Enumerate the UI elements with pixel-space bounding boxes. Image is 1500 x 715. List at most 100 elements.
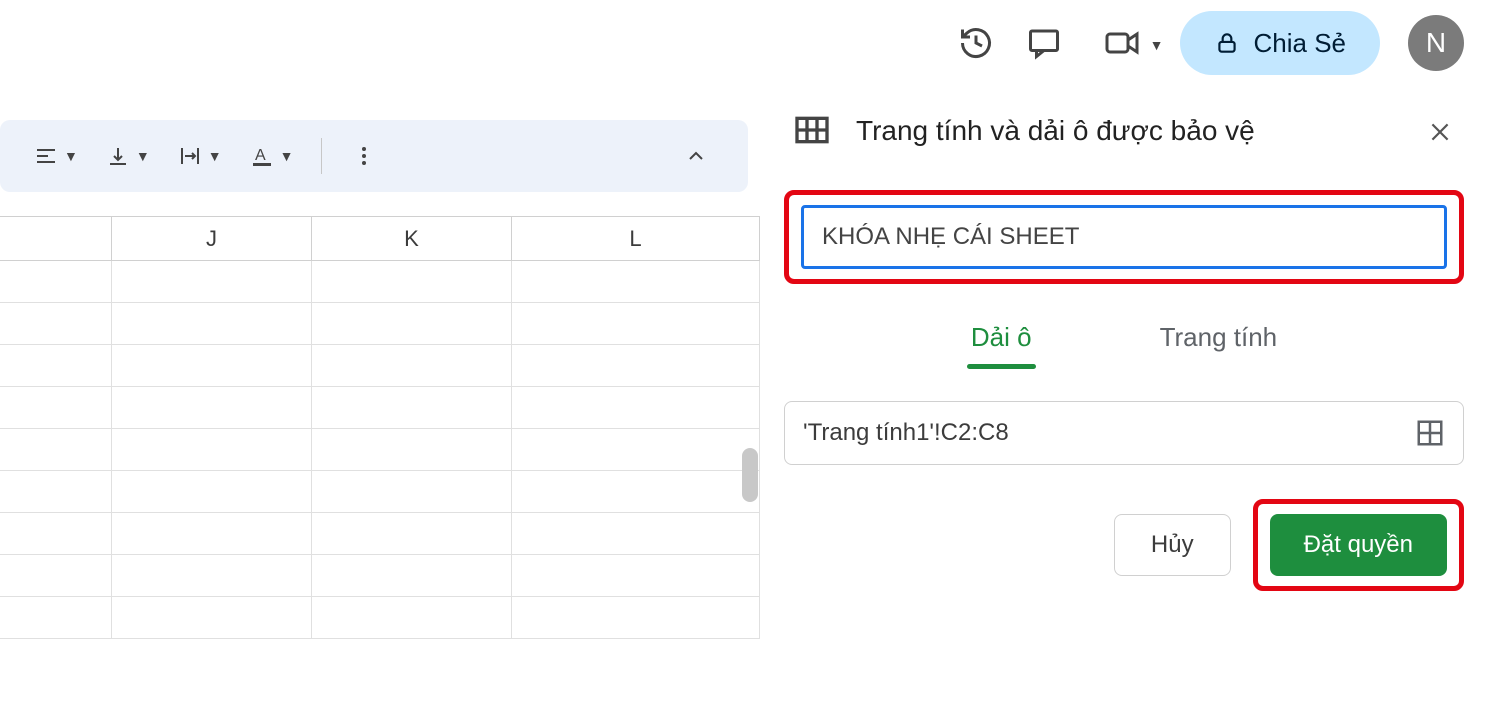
sheets-grid-icon	[792, 110, 832, 150]
column-header[interactable]: L	[512, 217, 760, 261]
cell[interactable]	[512, 303, 760, 345]
table-row	[0, 261, 760, 303]
range-input[interactable]: 'Trang tính1'!C2:C8	[784, 401, 1464, 465]
cell[interactable]	[112, 471, 312, 513]
primary-highlight: Đặt quyền	[1253, 499, 1464, 591]
cell[interactable]	[112, 597, 312, 639]
table-row	[0, 345, 760, 387]
column-header[interactable]	[0, 217, 112, 261]
cell[interactable]	[512, 387, 760, 429]
cancel-button[interactable]: Hủy	[1114, 514, 1231, 576]
cell[interactable]	[512, 471, 760, 513]
cell[interactable]	[312, 429, 512, 471]
scrollbar-thumb[interactable]	[742, 448, 758, 502]
cell[interactable]	[512, 555, 760, 597]
chevron-down-icon: ▼	[64, 148, 78, 164]
panel-tabs: Dải ô Trang tính	[784, 314, 1464, 367]
column-headers: J K L	[0, 217, 760, 261]
table-row	[0, 303, 760, 345]
panel-actions: Hủy Đặt quyền	[784, 499, 1464, 591]
align-horizontal-button[interactable]: ▼	[24, 142, 86, 170]
protect-panel: Trang tính và dải ô được bảo vệ Dải ô Tr…	[784, 100, 1464, 591]
cell[interactable]	[0, 597, 112, 639]
column-header[interactable]: J	[112, 217, 312, 261]
share-button[interactable]: Chia Sẻ	[1180, 11, 1381, 75]
cell[interactable]	[312, 303, 512, 345]
table-row	[0, 597, 760, 639]
align-vertical-button[interactable]: ▼	[96, 142, 158, 170]
cell[interactable]	[512, 429, 760, 471]
text-color-button[interactable]: A ▼	[240, 142, 302, 170]
cell[interactable]	[312, 513, 512, 555]
lock-icon	[1214, 30, 1240, 56]
spreadsheet-region: ▼ ▼ ▼ A ▼ J K L	[0, 120, 760, 639]
column-header[interactable]: K	[312, 217, 512, 261]
share-label: Chia Sẻ	[1254, 28, 1347, 59]
svg-text:A: A	[255, 147, 266, 164]
history-icon[interactable]	[956, 23, 996, 63]
chevron-down-icon: ▼	[280, 148, 294, 164]
description-input[interactable]	[801, 205, 1447, 269]
avatar-initial: N	[1426, 27, 1446, 59]
cell[interactable]	[0, 513, 112, 555]
format-toolbar: ▼ ▼ ▼ A ▼	[0, 120, 748, 192]
set-permissions-button[interactable]: Đặt quyền	[1270, 514, 1447, 576]
cell[interactable]	[312, 597, 512, 639]
cell[interactable]	[0, 261, 112, 303]
align-bottom-icon	[104, 142, 132, 170]
cell[interactable]	[112, 303, 312, 345]
tab-sheet[interactable]: Trang tính	[1156, 314, 1282, 367]
table-row	[0, 555, 760, 597]
cell[interactable]	[112, 513, 312, 555]
app-topbar: ▼ Chia Sẻ N	[956, 0, 1500, 86]
cell[interactable]	[0, 471, 112, 513]
panel-title: Trang tính và dải ô được bảo vệ	[856, 110, 1400, 152]
close-panel-button[interactable]	[1424, 116, 1456, 148]
table-row	[0, 429, 760, 471]
text-wrap-button[interactable]: ▼	[168, 142, 230, 170]
cell[interactable]	[312, 387, 512, 429]
spreadsheet-grid[interactable]: J K L	[0, 216, 760, 639]
chevron-down-icon: ▼	[1150, 37, 1164, 53]
cell[interactable]	[312, 471, 512, 513]
cell[interactable]	[512, 261, 760, 303]
cell[interactable]	[512, 513, 760, 555]
meet-button[interactable]: ▼	[1092, 23, 1152, 63]
close-icon	[1427, 119, 1453, 145]
cell[interactable]	[112, 387, 312, 429]
select-range-icon[interactable]	[1415, 418, 1445, 448]
description-highlight	[784, 190, 1464, 284]
chevron-up-icon	[684, 144, 708, 168]
chevron-down-icon: ▼	[136, 148, 150, 164]
cell[interactable]	[0, 345, 112, 387]
collapse-toolbar-button[interactable]	[684, 144, 724, 168]
tab-range[interactable]: Dải ô	[967, 314, 1036, 367]
cell[interactable]	[0, 555, 112, 597]
account-avatar[interactable]: N	[1408, 15, 1464, 71]
cell[interactable]	[112, 345, 312, 387]
table-row	[0, 513, 760, 555]
cell[interactable]	[112, 261, 312, 303]
cell[interactable]	[112, 429, 312, 471]
table-row	[0, 471, 760, 513]
cell[interactable]	[312, 345, 512, 387]
more-vertical-icon	[350, 142, 378, 170]
cell[interactable]	[0, 387, 112, 429]
chevron-down-icon: ▼	[208, 148, 222, 164]
cell[interactable]	[0, 429, 112, 471]
cell[interactable]	[0, 303, 112, 345]
panel-header: Trang tính và dải ô được bảo vệ	[784, 100, 1464, 190]
cell[interactable]	[512, 597, 760, 639]
text-color-icon: A	[248, 142, 276, 170]
toolbar-separator	[321, 138, 322, 174]
wrap-icon	[176, 142, 204, 170]
cell[interactable]	[512, 345, 760, 387]
cell[interactable]	[312, 261, 512, 303]
more-tools-button[interactable]	[342, 142, 386, 170]
table-row	[0, 387, 760, 429]
cell[interactable]	[112, 555, 312, 597]
align-left-icon	[32, 142, 60, 170]
comments-icon[interactable]	[1024, 23, 1064, 63]
cell[interactable]	[312, 555, 512, 597]
grid-rows	[0, 261, 760, 639]
